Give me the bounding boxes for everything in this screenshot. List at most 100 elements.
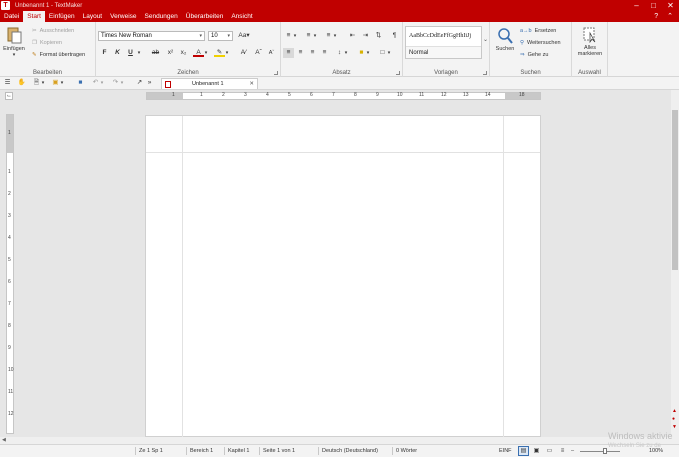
clear-format-icon[interactable]: A⁄ <box>238 48 249 58</box>
group-absatz: ≡ ▾ ≡ ▾ ≡ ▾ ⇤ ⇥ ⇅ ¶ ≡ ≡ ≡ ≡ ↕ ▾ ■ ▾ □ ▾ … <box>281 22 403 77</box>
minimize-button[interactable]: – <box>628 0 645 11</box>
search-next-button[interactable]: ⚲ Weitersuchen <box>520 40 561 46</box>
zeichen-launcher-icon[interactable] <box>274 71 278 75</box>
new-dropdown-icon[interactable]: ▾ <box>40 78 46 88</box>
underline-button[interactable]: U <box>125 48 136 58</box>
close-tab-icon[interactable]: ✕ <box>249 79 254 89</box>
bold-button[interactable]: F <box>99 48 110 58</box>
next-page-icon[interactable]: ▼ <box>672 424 677 430</box>
tab-einfuegen[interactable]: Einfügen <box>45 11 79 22</box>
case-icon[interactable]: Aa▾ <box>236 31 252 41</box>
ribbon-toggle-icon[interactable]: ⌃ <box>667 11 673 22</box>
cut-button[interactable]: ✂ Ausschneiden <box>32 28 74 34</box>
open-dropdown-icon[interactable]: ▾ <box>59 78 65 88</box>
paste-icon <box>7 27 22 44</box>
decrease-indent-icon[interactable]: ⇤ <box>347 31 358 41</box>
line-spacing-dropdown-icon[interactable]: ▾ <box>343 48 349 58</box>
search-label: Suchen <box>495 46 515 52</box>
prev-page-icon[interactable]: ▲ <box>672 408 677 414</box>
search-button[interactable]: Suchen <box>493 27 517 52</box>
italic-button[interactable]: K <box>112 48 123 58</box>
paste-button[interactable]: Einfügen ▾ <box>2 26 26 58</box>
tab-ueberarbeiten[interactable]: Überarbeiten <box>182 11 228 22</box>
title-bar: T Unbenannt 1 - TextMaker – □ ✕ <box>0 0 679 11</box>
strikethrough-button[interactable]: ab <box>150 48 161 58</box>
format-painter-button[interactable]: ✎ Format übertragen <box>32 52 85 58</box>
close-button[interactable]: ✕ <box>662 0 679 11</box>
zoom-slider[interactable] <box>580 451 620 452</box>
tab-layout[interactable]: Layout <box>79 11 107 22</box>
scroll-left-icon[interactable]: ◀ <box>2 437 6 443</box>
help-button[interactable]: ? <box>654 11 658 22</box>
app-icon[interactable]: T <box>1 1 10 10</box>
outline-dropdown-icon[interactable]: ▾ <box>332 31 338 41</box>
zoom-slider-thumb[interactable] <box>603 448 607 454</box>
select-all-icon <box>583 27 596 44</box>
align-right-icon[interactable]: ≡ <box>307 48 318 58</box>
tab-verweise[interactable]: Verweise <box>106 11 140 22</box>
shrink-font-icon[interactable]: Aˇ <box>266 48 277 58</box>
status-separator <box>224 447 225 455</box>
sort-icon[interactable]: ⇅ <box>373 31 384 41</box>
align-left-icon[interactable]: ≡ <box>283 48 294 58</box>
overflow-icon[interactable]: » <box>144 78 155 88</box>
search-next-icon: ⚲ <box>520 40 525 46</box>
font-color-dropdown-icon[interactable]: ▾ <box>203 48 209 58</box>
highlight-dropdown-icon[interactable]: ▾ <box>224 48 230 58</box>
justify-icon[interactable]: ≡ <box>319 48 330 58</box>
borders-dropdown-icon[interactable]: ▾ <box>386 48 392 58</box>
tab-ansicht[interactable]: Ansicht <box>227 11 256 22</box>
vertical-ruler[interactable]: 1 1 2 3 4 5 6 7 8 9 10 11 12 <box>6 114 14 434</box>
save-icon[interactable]: ■ <box>75 78 86 88</box>
view-outline-icon[interactable]: ≡ <box>557 446 568 456</box>
style-gallery[interactable]: AaBbCcDdEeFfGgHhIiJj Normal <box>405 26 482 59</box>
undo-dropdown-icon[interactable]: ▾ <box>99 78 105 88</box>
underline-dropdown-icon[interactable]: ▾ <box>136 48 142 58</box>
view-layout-icon[interactable]: ▣ <box>531 446 542 456</box>
subscript-button[interactable]: x₂ <box>178 48 189 58</box>
view-normal-icon[interactable]: ▤ <box>518 446 529 456</box>
view-page-icon[interactable]: ▭ <box>544 446 555 456</box>
group-label-vorlagen: Vorlagen <box>434 70 458 76</box>
increase-indent-icon[interactable]: ⇥ <box>360 31 371 41</box>
font-size-combo[interactable]: 10 ▾ <box>208 31 233 41</box>
vorlagen-launcher-icon[interactable] <box>483 71 487 75</box>
tab-datei[interactable]: Datei <box>0 11 23 22</box>
browse-object-icon[interactable]: ● <box>672 416 675 422</box>
shading-dropdown-icon[interactable]: ▾ <box>365 48 371 58</box>
menu-icon[interactable]: ☰ <box>2 78 13 88</box>
font-name-combo[interactable]: Times New Roman ▾ <box>98 31 205 41</box>
tab-stop-selector-icon[interactable]: ⌙ <box>5 92 13 100</box>
document-page[interactable] <box>145 115 541 438</box>
vruler-number: 12 <box>8 411 14 417</box>
maximize-button[interactable]: □ <box>645 0 662 11</box>
absatz-launcher-icon[interactable] <box>396 71 400 75</box>
superscript-button[interactable]: x² <box>165 48 176 58</box>
tab-sendungen[interactable]: Sendungen <box>141 11 182 22</box>
status-mode[interactable]: EINF <box>499 448 512 454</box>
status-language[interactable]: Deutsch (Deutschland) <box>322 448 378 454</box>
group-label-absatz: Absatz <box>332 70 351 76</box>
pilcrow-icon[interactable]: ¶ <box>389 31 400 41</box>
horizontal-scrollbar[interactable]: ◀ <box>0 437 679 444</box>
select-all-button[interactable]: Alles markieren <box>575 27 605 57</box>
zoom-out-icon[interactable]: – <box>571 448 574 454</box>
grow-font-icon[interactable]: Aˆ <box>253 48 264 58</box>
paste-dropdown-icon[interactable]: ▾ <box>2 52 26 58</box>
horizontal-ruler[interactable]: 1 1 2 3 4 5 6 7 8 9 10 11 12 13 14 18 <box>146 92 541 100</box>
hand-icon[interactable]: ✋ <box>16 78 27 88</box>
vertical-scroll-thumb[interactable] <box>672 110 678 270</box>
align-center-icon[interactable]: ≡ <box>295 48 306 58</box>
bullets-dropdown-icon[interactable]: ▾ <box>292 31 298 41</box>
replace-icon: a→b <box>520 28 532 34</box>
vertical-scrollbar[interactable]: ▲ ● ▼ <box>671 90 679 437</box>
replace-button[interactable]: a→b Ersetzen <box>520 28 556 34</box>
numbering-dropdown-icon[interactable]: ▾ <box>312 31 318 41</box>
goto-button[interactable]: ⇒ Gehe zu <box>520 52 548 58</box>
redo-dropdown-icon[interactable]: ▾ <box>119 78 125 88</box>
copy-button[interactable]: ❐ Kopieren <box>32 40 62 46</box>
tab-start[interactable]: Start <box>23 11 45 22</box>
status-area: Bereich 1 <box>190 448 214 454</box>
gallery-more-icon[interactable]: ⌄ <box>483 36 488 43</box>
tab-document[interactable]: Unbenannt 1 ✕ <box>161 78 258 89</box>
